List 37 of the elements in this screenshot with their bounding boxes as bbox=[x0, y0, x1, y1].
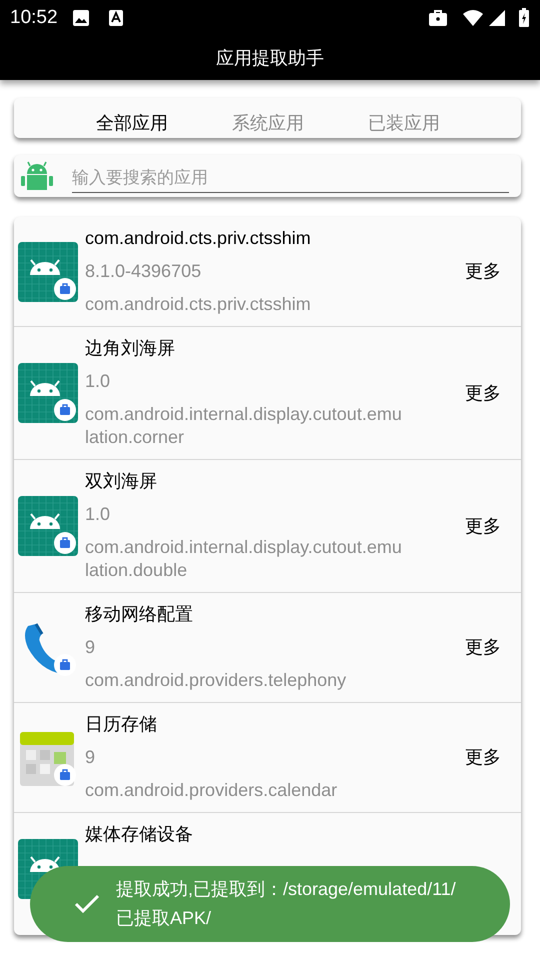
app-version: 8.1.0-4396705 bbox=[85, 260, 202, 283]
android-app-icon bbox=[18, 496, 78, 556]
battery-icon bbox=[518, 8, 530, 28]
briefcase-icon bbox=[428, 9, 448, 27]
text-icon bbox=[108, 9, 124, 27]
app-version: 1.0 bbox=[85, 370, 112, 393]
app-name: 日历存储 bbox=[85, 713, 158, 736]
app-name: 移动网络配置 bbox=[85, 603, 194, 626]
package-name: com.android.providers.telephony bbox=[85, 669, 348, 692]
more-button[interactable]: 更多 bbox=[465, 258, 501, 285]
app-name: 媒体存储设备 bbox=[85, 823, 194, 846]
app-title: 应用提取助手 bbox=[216, 46, 324, 70]
package-name: com.android.providers.calendar bbox=[85, 779, 338, 802]
clock: 10:52 bbox=[10, 6, 58, 30]
app-version: 9 bbox=[85, 746, 96, 769]
app-version: 1.0 bbox=[85, 503, 112, 526]
package-name: com.android.cts.priv.ctsshim bbox=[85, 293, 312, 316]
app-version: 9 bbox=[85, 636, 96, 659]
android-app-icon bbox=[18, 363, 78, 423]
check-icon bbox=[74, 894, 100, 914]
app-name: 双刘海屏 bbox=[85, 470, 158, 493]
more-button[interactable]: 更多 bbox=[465, 380, 501, 406]
toast-message: 提取成功,已提取到：/storage/emulated/11/已提取APK/ bbox=[116, 878, 457, 930]
tab[interactable]: 全部应用 bbox=[84, 110, 220, 137]
signal-icon bbox=[488, 9, 506, 27]
more-button[interactable]: 更多 bbox=[465, 744, 501, 771]
search-field[interactable]: 输入要搜索的应用 bbox=[14, 155, 521, 197]
more-button[interactable]: 更多 bbox=[465, 512, 501, 540]
image-icon bbox=[72, 9, 90, 27]
more-button[interactable]: 更多 bbox=[465, 634, 501, 661]
package-name: com.android.internal.display.cutout.emulation.double bbox=[85, 536, 403, 582]
android-app-icon bbox=[18, 242, 78, 302]
wifi-icon bbox=[462, 9, 484, 27]
package-name: com.android.internal.display.cutout.emulation.corner bbox=[85, 403, 403, 449]
app-name: 边角刘海屏 bbox=[85, 337, 176, 360]
app-name: com.android.cts.priv.ctsshim bbox=[85, 227, 312, 250]
android-icon bbox=[20, 159, 54, 193]
